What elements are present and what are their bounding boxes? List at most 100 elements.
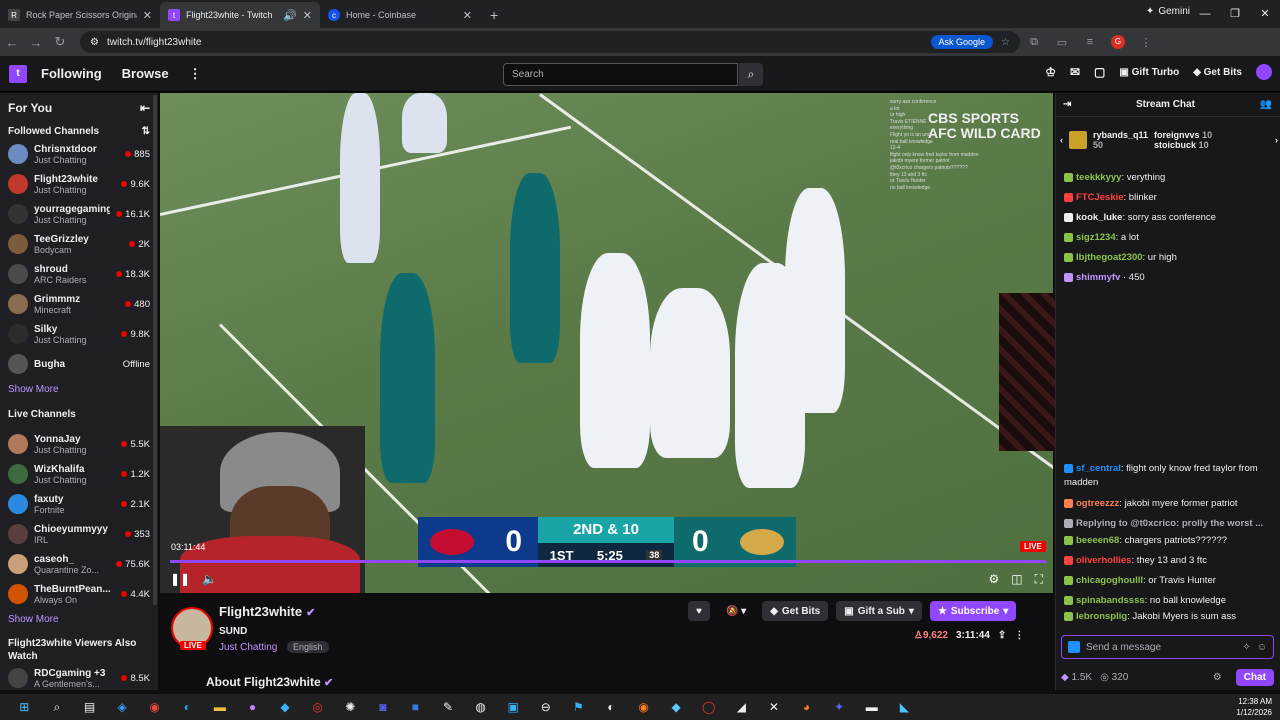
audio-icon[interactable]: 🔊 xyxy=(283,9,297,22)
close-window-icon[interactable]: ✕ xyxy=(1250,0,1280,28)
emote-picker-icon[interactable]: ☺ xyxy=(1257,642,1267,653)
share-icon[interactable]: ⇪ xyxy=(998,630,1006,641)
sidebar-channel-live-5[interactable]: TheBurntPean... Always On 4.4K xyxy=(0,579,158,609)
collapse-chat-icon[interactable]: ⇥ xyxy=(1063,99,1071,110)
sidebar-scrollbar[interactable] xyxy=(153,95,157,605)
discord-icon[interactable]: ◙ xyxy=(367,700,400,714)
chat-message[interactable]: beeeen68: chargers patriots?????? xyxy=(1064,534,1274,548)
chat-send-button[interactable]: Chat xyxy=(1235,668,1274,686)
bits-cheer-icon[interactable]: ✧ xyxy=(1242,642,1250,653)
chat-message[interactable]: FTCJeskie: blinker xyxy=(1064,191,1274,205)
chat-message[interactable]: lbjthegoat2300: ur high xyxy=(1064,251,1274,265)
chat-username[interactable]: oliverhollies xyxy=(1076,555,1131,566)
app-icon[interactable]: ◢ xyxy=(725,700,758,714)
sidebar-channel-live-1[interactable]: WizKhalifa Just Chatting 1.2K xyxy=(0,459,158,489)
more-options-icon[interactable]: ⋮ xyxy=(1014,630,1024,641)
browser-tab-3[interactable]: c Home - Coinbase ✕ xyxy=(320,2,480,28)
chat-message[interactable]: chicagoghoulll: or Travis Hunter xyxy=(1064,574,1274,588)
chat-message[interactable]: teekkkyyy: verything xyxy=(1064,171,1274,185)
restore-icon[interactable]: ❐ xyxy=(1220,0,1250,28)
app-icon[interactable]: ◯ xyxy=(692,700,725,714)
close-icon[interactable]: ✕ xyxy=(143,9,152,22)
app-icon[interactable]: ◣ xyxy=(888,700,921,714)
chat-message[interactable]: shimmyfv · 450 xyxy=(1064,271,1274,285)
close-icon[interactable]: ✕ xyxy=(463,9,472,22)
channel-name[interactable]: Flight23white xyxy=(219,604,302,619)
chat-message[interactable]: Replying to @t0xcrico: prolly the worst … xyxy=(1064,517,1274,531)
app-icon[interactable]: ✺ xyxy=(334,700,367,714)
show-more-followed[interactable]: Show More xyxy=(0,379,158,401)
chat-message[interactable]: ogtreezzz: jakobi myere former patriot xyxy=(1064,497,1274,511)
search-icon[interactable]: ⌕ xyxy=(739,63,763,86)
task-view-icon[interactable]: ▤ xyxy=(73,700,106,714)
sidebar-channel-followed-5[interactable]: Grimmmz Minecraft 480 xyxy=(0,289,158,319)
fullscreen-icon[interactable]: ⛶ xyxy=(1035,572,1043,587)
collapse-sidebar-icon[interactable]: ⇤ xyxy=(140,101,150,115)
chat-username[interactable]: sf_central xyxy=(1076,463,1121,474)
taskbar-clock[interactable]: 12:38 AM 1/12/2026 xyxy=(1236,696,1272,718)
new-tab-button[interactable]: + xyxy=(480,2,508,28)
gemini-button[interactable]: ✦ Gemini xyxy=(1146,6,1190,17)
windows-start-icon[interactable]: ⊞ xyxy=(8,700,41,714)
sidebar-channel-followed-1[interactable]: Flight23white Just Chatting 9.6K xyxy=(0,169,158,199)
chat-username[interactable]: spinabandssss xyxy=(1076,595,1145,606)
chat-username[interactable]: shimmyfv xyxy=(1076,272,1120,283)
sidebar-channel-live-2[interactable]: faxuty Fortnite 2.1K xyxy=(0,489,158,519)
reload-icon[interactable]: ↻ xyxy=(48,34,72,50)
chat-username[interactable]: lebronsplig xyxy=(1076,611,1127,622)
search-input[interactable]: Search xyxy=(503,63,738,86)
chat-settings-icon[interactable]: ⚙ xyxy=(1213,672,1222,683)
profile-avatar[interactable]: G xyxy=(1111,35,1125,49)
chat-username[interactable]: sigz1234 xyxy=(1076,232,1116,243)
users-icon[interactable]: 👥 xyxy=(1260,99,1272,110)
sidebar-channel-followed-6[interactable]: Silky Just Chatting 9.8K xyxy=(0,319,158,349)
get-bits-channel-button[interactable]: ◆ Get Bits xyxy=(762,601,829,621)
bits-balance[interactable]: ◆ 1.5K xyxy=(1061,672,1092,683)
chevron-right-icon[interactable]: › xyxy=(1275,135,1278,145)
language-tag[interactable]: English xyxy=(287,641,329,653)
bookmark-star-icon[interactable]: ☆ xyxy=(1001,37,1010,48)
volume-icon[interactable]: 🔈 xyxy=(202,572,217,586)
app-icon[interactable]: ▣ xyxy=(497,700,530,714)
app-icon[interactable]: ◎ xyxy=(301,700,334,714)
edge-icon[interactable]: ◐ xyxy=(171,700,204,714)
chat-username[interactable]: Replying to @t0xcrico: prolly the worst … xyxy=(1076,518,1263,529)
tab-search-icon[interactable]: ▭ xyxy=(1048,36,1076,49)
theatre-mode-icon[interactable]: ◫ xyxy=(1011,572,1022,587)
chat-username[interactable]: ogtreezzz xyxy=(1076,498,1119,509)
chat-message[interactable]: lebronsplig: Jakobi Myers is sum ass xyxy=(1064,610,1274,624)
chat-username[interactable]: teekkkyyy xyxy=(1076,172,1121,183)
app-icon[interactable]: ⚑ xyxy=(562,700,595,714)
url-field[interactable]: ⚙ twitch.tv/flight23white Ask Google ☆ xyxy=(80,31,1020,53)
sidebar-channel-live-0[interactable]: YonnaJay Just Chatting 5.5K xyxy=(0,429,158,459)
show-more-live[interactable]: Show More xyxy=(0,609,158,631)
sidebar-channel-followed-2[interactable]: yourragegaming Just Chatting 16.1K xyxy=(0,199,158,229)
subscribe-button[interactable]: ★ Subscribe ▾ xyxy=(929,601,1017,621)
twitch-logo-icon[interactable]: t xyxy=(9,64,27,83)
app-icon[interactable]: ■ xyxy=(399,700,432,714)
sidebar-channel-followed-3[interactable]: TeeGrizzley Bodycam 2K xyxy=(0,229,158,259)
app-icon[interactable]: ◆ xyxy=(269,700,302,714)
sidebar-channel-followed-7[interactable]: Bugha Offline xyxy=(0,349,158,379)
nav-following[interactable]: Following xyxy=(41,66,102,81)
chat-username[interactable]: kook_luke xyxy=(1076,212,1122,223)
settings-icon[interactable]: ⚙ xyxy=(988,572,999,587)
user-avatar[interactable] xyxy=(1256,64,1272,80)
chat-username[interactable]: beeeen68 xyxy=(1076,535,1119,546)
firefox-icon[interactable]: ◕ xyxy=(790,700,823,714)
app-icon[interactable]: ◐ xyxy=(595,700,628,714)
chat-username[interactable]: FTCJeskie xyxy=(1076,192,1124,203)
chat-message[interactable]: oliverhollies: they 13 and 3 ftc xyxy=(1064,554,1274,568)
app-icon[interactable]: ✦ xyxy=(823,700,856,714)
notifications-button[interactable]: 🔕 ▾ xyxy=(718,601,754,621)
more-kebab-icon[interactable]: ⋮ xyxy=(189,66,202,82)
chevron-left-icon[interactable]: ‹ xyxy=(1060,135,1063,145)
app-icon[interactable]: ▬ xyxy=(855,700,888,714)
app-icon[interactable]: ◉ xyxy=(627,700,660,714)
chat-message[interactable]: sf_central: flight only know fred taylor… xyxy=(1064,462,1274,490)
get-bits-button[interactable]: ◆ Get Bits xyxy=(1193,67,1242,78)
app-icon[interactable]: ◍ xyxy=(464,700,497,714)
sidebar-channel-followed-4[interactable]: shroud ARC Raiders 18.3K xyxy=(0,259,158,289)
sidebar-channel-also-0[interactable]: RDCgaming +3 A Gentlemen's... 8.5K xyxy=(0,663,158,690)
chat-message[interactable]: sigz1234: a lot xyxy=(1064,231,1274,245)
